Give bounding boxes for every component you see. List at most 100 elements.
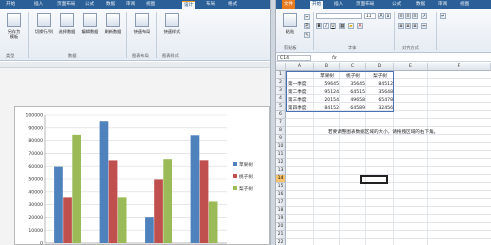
borders-icon[interactable]: ▦ xyxy=(339,23,345,29)
tab-home[interactable]: 开始 xyxy=(4,1,17,9)
tab-view[interactable]: 视图 xyxy=(458,1,471,9)
paste-label: 粘贴 xyxy=(285,29,295,34)
wrap-text-icon[interactable]: ↵ xyxy=(440,13,446,19)
row-header-1[interactable]: 1 xyxy=(276,71,286,79)
row-header-13[interactable]: 13 xyxy=(276,167,286,175)
tab-page-layout[interactable]: 页面布局 xyxy=(55,1,77,9)
column-header-f[interactable]: F xyxy=(428,63,491,71)
grow-font-icon[interactable]: A xyxy=(378,13,384,19)
gridline xyxy=(286,143,491,151)
column-header-d[interactable]: D xyxy=(366,63,394,71)
align-top-icon[interactable]: ≡ xyxy=(398,13,404,19)
column-header-b[interactable]: B xyxy=(314,63,340,71)
bar-2-1 xyxy=(63,197,72,243)
formula-bar: C14 fx xyxy=(276,54,491,62)
row-header-4[interactable]: 4 xyxy=(276,95,286,103)
bar-3-3 xyxy=(163,159,172,243)
tab-review[interactable]: 审阅 xyxy=(124,1,137,9)
tab-page-layout[interactable]: 页面布局 xyxy=(354,1,376,9)
row-header-19[interactable]: 19 xyxy=(276,215,286,223)
tab-formulas[interactable]: 公式 xyxy=(390,1,403,9)
align-center-icon[interactable]: ≣ xyxy=(405,23,411,29)
save-as-template-button[interactable]: 另存为 模板 xyxy=(2,11,26,51)
italic-button[interactable]: I xyxy=(323,23,329,29)
tab-file[interactable]: 文件 xyxy=(282,0,296,9)
orientation-icon[interactable]: ↗ xyxy=(421,13,427,19)
row-header-7[interactable]: 7 xyxy=(276,119,286,127)
gridline xyxy=(286,191,491,199)
row-header-11[interactable]: 11 xyxy=(276,151,286,159)
row-header-17[interactable]: 17 xyxy=(276,199,286,207)
copy-icon[interactable]: ⎘ xyxy=(304,23,310,29)
bar-3-1 xyxy=(72,134,81,243)
select-data-icon xyxy=(60,13,74,27)
cut-icon[interactable]: ✂ xyxy=(304,14,310,20)
bar-2-2 xyxy=(108,160,118,243)
tab-home[interactable]: 开始 xyxy=(310,1,324,9)
font-color-icon[interactable]: A xyxy=(357,23,363,29)
column-chart[interactable]: 0 10000 20000 30000 40000 50000 60000 70000 8000… xyxy=(14,106,270,245)
row-header-15[interactable]: 15 xyxy=(276,183,286,191)
row-header-16[interactable]: 16 xyxy=(276,191,286,199)
fill-color-icon[interactable]: ▰ xyxy=(348,23,354,29)
column-header-c[interactable]: C xyxy=(340,63,366,71)
tab-chart-format[interactable]: 格式 xyxy=(226,1,239,9)
tab-data[interactable]: 数据 xyxy=(414,1,427,9)
shrink-font-icon[interactable]: a xyxy=(385,13,391,19)
legend-swatch xyxy=(233,186,237,190)
bold-button[interactable]: B xyxy=(316,23,322,29)
align-middle-icon[interactable]: ≡ xyxy=(405,13,411,19)
align-bottom-icon[interactable]: ≡ xyxy=(412,13,418,19)
merge-cells-icon[interactable]: ⇔ xyxy=(421,23,427,29)
quick-layout-button[interactable]: 快速布局 xyxy=(130,11,154,51)
y-tick-label: 60000 xyxy=(28,164,43,170)
row-header-22[interactable]: 22 xyxy=(276,239,286,245)
gridline xyxy=(286,167,491,175)
font-size-select[interactable]: 11 xyxy=(364,13,376,19)
row-header-9[interactable]: 9 xyxy=(276,135,286,143)
gridline xyxy=(286,231,491,239)
row-header-2[interactable]: 2 xyxy=(276,79,286,87)
tab-review[interactable]: 审阅 xyxy=(436,1,449,9)
column-header-e[interactable]: E xyxy=(394,63,428,71)
quick-style-button[interactable]: 快速样式 xyxy=(160,11,184,51)
row-header-8[interactable]: 8 xyxy=(276,127,286,135)
tab-chart-design[interactable]: 设计 xyxy=(182,1,196,9)
tab-insert[interactable]: 插入 xyxy=(32,1,45,9)
select-all-corner[interactable] xyxy=(276,63,286,71)
row-header-20[interactable]: 20 xyxy=(276,223,286,231)
row-header-6[interactable]: 6 xyxy=(276,111,286,119)
row-header-3[interactable]: 3 xyxy=(276,87,286,95)
font-name-select[interactable] xyxy=(316,13,362,19)
y-tick-label: 90000 xyxy=(28,125,43,131)
tab-insert[interactable]: 插入 xyxy=(332,1,345,9)
column-header-a[interactable]: A xyxy=(286,63,314,71)
y-tick-label: 30000 xyxy=(28,202,43,208)
chart-data-range-outline[interactable] xyxy=(286,71,394,112)
active-cell[interactable] xyxy=(360,175,388,184)
tab-view[interactable]: 视图 xyxy=(144,1,157,9)
chart-window: 开始 插入 页面布局 公式 数据 审阅 视图 设计 布局 格式 另存为 模板 切… xyxy=(0,0,270,245)
tab-chart-layout[interactable]: 布局 xyxy=(204,1,217,9)
quick-style-icon xyxy=(165,13,179,27)
insert-function-button[interactable]: fx xyxy=(332,54,337,62)
row-header-10[interactable]: 10 xyxy=(276,143,286,151)
refresh-data-button[interactable]: 刷新数据 xyxy=(101,11,125,51)
align-left-icon[interactable]: ≣ xyxy=(398,23,404,29)
name-box[interactable]: C14 xyxy=(277,55,311,61)
underline-button[interactable]: U xyxy=(330,23,336,29)
tab-formulas[interactable]: 公式 xyxy=(83,1,96,9)
align-right-icon[interactable]: ≣ xyxy=(412,23,418,29)
row-header-14[interactable]: 14 xyxy=(276,175,286,183)
tab-data[interactable]: 数据 xyxy=(104,1,117,9)
resize-range-note[interactable]: 若要调整图表数据区域的大小，请拖拽区域的右下角。 xyxy=(328,129,438,137)
row-header-5[interactable]: 5 xyxy=(276,103,286,111)
template-icon xyxy=(7,13,21,27)
worksheet-grid[interactable]: A B C D E F 1 2 3 4 5 6 7 8 9 10 11 12 13 14 15 16 17 18 1… xyxy=(276,63,491,245)
row-header-21[interactable]: 21 xyxy=(276,231,286,239)
row-header-12[interactable]: 12 xyxy=(276,159,286,167)
format-painter-icon[interactable]: ✎ xyxy=(304,32,310,38)
group-label-chart-styles: 图表样式 xyxy=(162,53,179,58)
row-header-18[interactable]: 18 xyxy=(276,207,286,215)
y-tick-label: 10000 xyxy=(28,228,43,234)
